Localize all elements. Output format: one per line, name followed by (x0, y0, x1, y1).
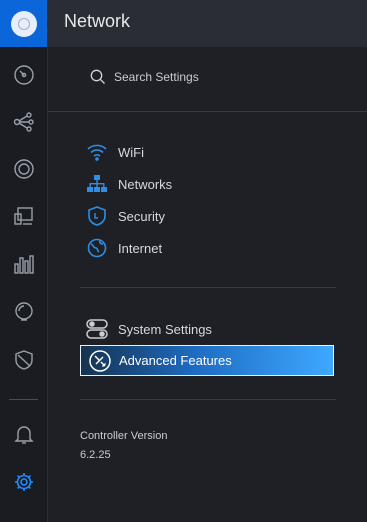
menu-item-wifi[interactable]: WiFi (86, 140, 144, 164)
page-header: Network (48, 0, 367, 47)
menu-item-networks[interactable]: Networks (86, 172, 172, 196)
menu-item-label: WiFi (118, 144, 144, 160)
wifi-icon (86, 141, 108, 163)
search-settings[interactable]: Search Settings (90, 69, 199, 85)
tools-icon (89, 349, 111, 372)
sidebar-rail (0, 0, 48, 522)
menu-item-advanced-features[interactable]: Advanced Features (80, 345, 334, 376)
menu-separator (80, 287, 336, 288)
page-title: Network (64, 11, 131, 31)
controller-version-label: Controller Version (80, 430, 168, 442)
settings-panel: Search Settings WiFi Networks Security I… (48, 47, 367, 522)
version-separator (80, 399, 336, 400)
topology-icon[interactable] (0, 102, 47, 142)
search-input[interactable]: Search Settings (114, 70, 199, 84)
globe-icon (86, 237, 108, 259)
insights-icon[interactable] (0, 292, 47, 332)
settings-gear-icon[interactable] (0, 462, 47, 502)
clients-icon[interactable] (0, 196, 47, 236)
search-icon (90, 69, 105, 84)
controller-version-value: 6.2.25 (80, 449, 111, 461)
network-topology-icon (86, 173, 108, 195)
statistics-icon[interactable] (0, 244, 47, 284)
threat-shield-icon[interactable] (0, 340, 47, 380)
logo-disc-icon (10, 10, 37, 37)
search-separator (48, 111, 367, 112)
menu-item-label: Networks (118, 176, 173, 192)
menu-item-label: Advanced Features (119, 353, 232, 368)
devices-icon[interactable] (0, 149, 47, 189)
sidebar-divider (9, 399, 38, 400)
menu-item-security[interactable]: Security (86, 204, 165, 228)
menu-item-label: Security (118, 208, 165, 224)
menu-item-label: System Settings (118, 321, 212, 337)
menu-item-label: Internet (118, 240, 163, 256)
security-shield-icon (86, 205, 108, 227)
toggles-icon (86, 318, 108, 340)
ubiquiti-logo[interactable] (0, 0, 47, 47)
dashboard-icon[interactable] (0, 55, 47, 95)
menu-item-system-settings[interactable]: System Settings (86, 317, 212, 341)
alerts-bell-icon[interactable] (0, 414, 47, 454)
menu-item-internet[interactable]: Internet (86, 236, 162, 260)
